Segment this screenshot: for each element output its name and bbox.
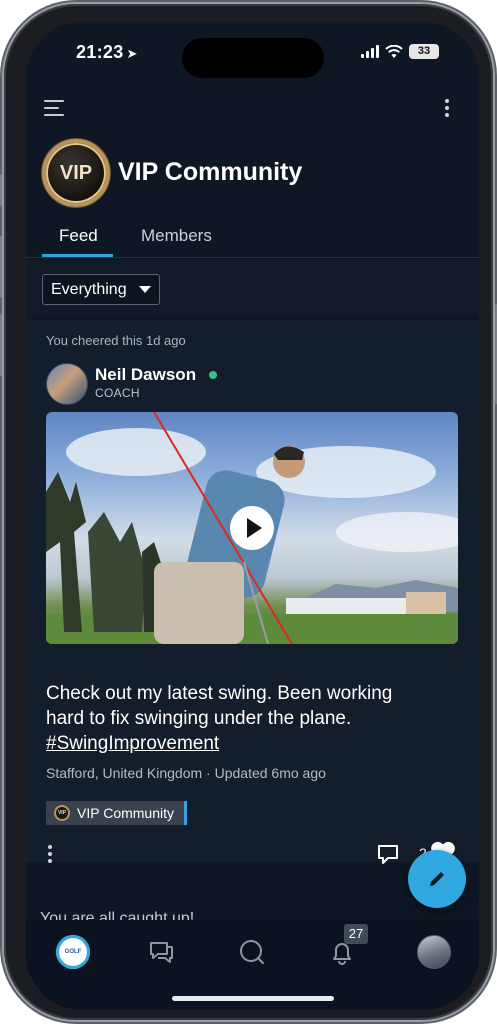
activity-note: You cheered this 1d ago (46, 333, 186, 348)
more-vertical-icon[interactable] (445, 99, 451, 120)
app-screen: 21:23 ➤ 33 VIP VIP Community Feed Members (26, 22, 479, 1010)
wifi-icon (385, 44, 403, 58)
volume-down-button (0, 314, 2, 376)
post-card: You cheered this 1d ago Neil Dawson COAC… (26, 320, 479, 864)
status-icons: 33 (361, 44, 439, 59)
home-logo-icon: GOLF (56, 935, 90, 969)
post-body: Check out my latest swing. Been working … (46, 681, 446, 756)
nav-search[interactable] (232, 932, 272, 972)
author-role: COACH (95, 386, 140, 400)
nav-home[interactable]: GOLF (53, 932, 93, 972)
bottom-nav: GOLF 27 (26, 920, 479, 1010)
battery-icon: 33 (409, 44, 439, 59)
tab-bar: Feed Members (26, 220, 479, 258)
pencil-icon (430, 872, 444, 886)
phone-frame: 21:23 ➤ 33 VIP VIP Community Feed Members (0, 4, 497, 1020)
filter-bar: Everything (26, 260, 479, 318)
vip-badge-icon: VIP (54, 805, 70, 821)
post-video[interactable] (46, 412, 458, 644)
caret-down-icon (139, 286, 151, 293)
status-time-text: 21:23 (76, 42, 124, 62)
nav-chat[interactable] (141, 932, 181, 972)
post-meta: Stafford, United Kingdom · Updated 6mo a… (46, 765, 326, 781)
community-chip[interactable]: VIP VIP Community (46, 801, 187, 825)
community-badge: VIP (42, 139, 110, 207)
feed-filter-select[interactable]: Everything (42, 274, 160, 305)
author-name[interactable]: Neil Dawson (95, 365, 196, 385)
volume-up-button (0, 236, 2, 298)
tab-members[interactable]: Members (141, 226, 212, 246)
home-indicator (172, 996, 334, 1001)
tab-feed[interactable]: Feed (59, 226, 98, 246)
comment-icon[interactable] (376, 842, 400, 866)
cellular-signal-icon (361, 45, 379, 58)
hamburger-menu-icon[interactable] (44, 100, 64, 121)
play-icon[interactable] (230, 506, 274, 550)
location-arrow-icon: ➤ (126, 46, 138, 61)
compose-button[interactable] (408, 850, 466, 908)
hashtag-link[interactable]: #SwingImprovement (46, 731, 446, 756)
profile-avatar-icon (417, 935, 451, 969)
author-avatar[interactable] (46, 363, 88, 405)
nav-profile[interactable] (414, 932, 454, 972)
post-more-icon[interactable] (48, 845, 54, 866)
active-tab-indicator (42, 254, 113, 257)
dynamic-island (182, 38, 324, 78)
post-text-line: hard to fix swinging under the plane. (46, 708, 352, 729)
action-button (0, 174, 2, 206)
chat-icon (150, 942, 173, 963)
feed-filter-value: Everything (51, 281, 127, 298)
status-time: 21:23 ➤ (76, 42, 138, 63)
community-chip-label: VIP Community (77, 805, 174, 821)
notification-count-badge: 27 (344, 924, 368, 944)
post-text-line: Check out my latest swing. Been working (46, 683, 393, 704)
online-status-dot (209, 371, 217, 379)
page-title: VIP Community (118, 158, 303, 186)
search-icon (240, 940, 264, 964)
